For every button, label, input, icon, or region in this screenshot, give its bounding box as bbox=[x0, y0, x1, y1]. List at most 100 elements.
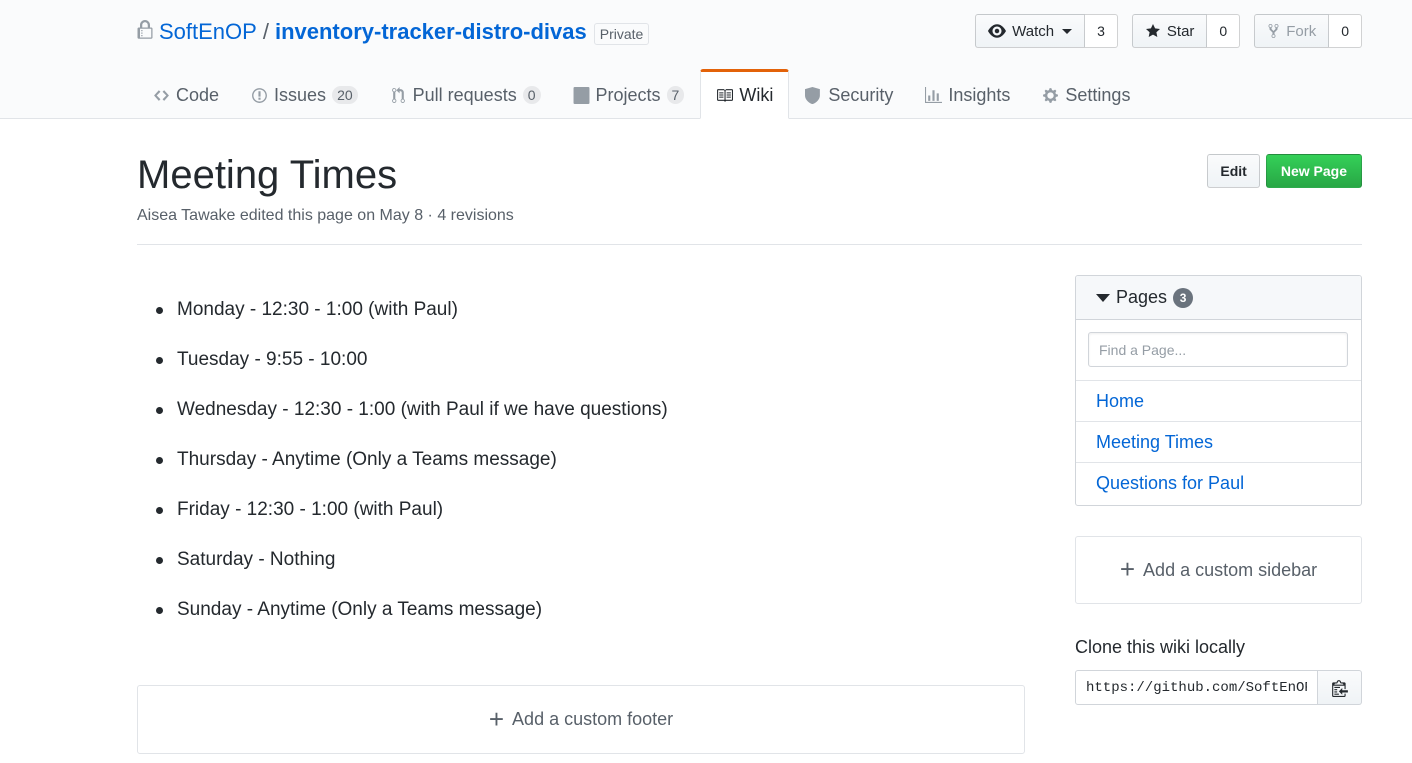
star-count[interactable]: 0 bbox=[1207, 14, 1241, 48]
pages-count-badge: 3 bbox=[1173, 287, 1194, 308]
tab-label: Insights bbox=[948, 84, 1011, 105]
tab-label: Code bbox=[176, 84, 220, 105]
list-item: Saturday - Nothing bbox=[137, 540, 1027, 590]
bullet bbox=[156, 307, 163, 314]
plus-icon: + bbox=[1119, 554, 1136, 584]
meeting-list: Monday - 12:30 - 1:00 (with Paul) Tuesda… bbox=[137, 290, 1027, 640]
list-item: Friday - 12:30 - 1:00 (with Paul) bbox=[137, 490, 1027, 540]
star-button[interactable]: Star bbox=[1131, 14, 1208, 48]
tab-projects[interactable]: Projects 7 bbox=[557, 69, 701, 119]
path-separator: / bbox=[262, 19, 269, 44]
find-page-input[interactable] bbox=[1088, 332, 1348, 367]
pull-request-icon bbox=[391, 86, 405, 103]
fork-icon bbox=[1268, 23, 1279, 39]
repo-title: SoftEnOP / inventory-tracker-distro-diva… bbox=[137, 16, 650, 48]
list-item-text: Tuesday - 9:55 - 10:00 bbox=[177, 349, 368, 370]
tab-wiki[interactable]: Wiki bbox=[700, 69, 790, 119]
project-icon bbox=[573, 86, 589, 104]
shield-icon bbox=[805, 86, 821, 104]
bullet bbox=[156, 357, 163, 364]
list-item-text: Friday - 12:30 - 1:00 (with Paul) bbox=[177, 499, 444, 520]
fork-label: Fork bbox=[1286, 22, 1317, 40]
list-item: Monday - 12:30 - 1:00 (with Paul) bbox=[137, 290, 1027, 340]
graph-icon bbox=[925, 86, 943, 103]
bullet bbox=[156, 557, 163, 564]
clone-url-input[interactable] bbox=[1075, 670, 1318, 705]
add-custom-footer-label: Add a custom footer bbox=[512, 709, 674, 729]
bullet bbox=[156, 507, 163, 514]
clippy-icon bbox=[1331, 679, 1348, 697]
tab-label: Wiki bbox=[739, 84, 774, 105]
tab-label: Settings bbox=[1065, 84, 1131, 105]
projects-counter: 7 bbox=[666, 86, 685, 104]
wiki-content: Monday - 12:30 - 1:00 (with Paul) Tuesda… bbox=[137, 290, 1027, 640]
tab-label: Projects bbox=[595, 84, 661, 105]
repo-owner-link[interactable]: SoftEnOP bbox=[159, 19, 257, 45]
list-item-text: Thursday - Anytime (Only a Teams message… bbox=[177, 449, 557, 470]
clone-title: Clone this wiki locally bbox=[1075, 637, 1246, 657]
list-item: Wednesday - 12:30 - 1:00 (with Paul if w… bbox=[137, 390, 1027, 440]
page-title: Meeting Times bbox=[137, 153, 398, 197]
tab-label: Issues bbox=[274, 84, 327, 105]
page-meta: Aisea Tawake edited this page on May 8 ·… bbox=[137, 207, 514, 224]
pages-label: Pages bbox=[1116, 287, 1168, 307]
wiki-actions: Edit New Page bbox=[1207, 154, 1362, 188]
add-custom-sidebar-button[interactable]: + Add a custom sidebar bbox=[1075, 536, 1362, 604]
edit-button[interactable]: Edit bbox=[1207, 154, 1260, 188]
list-item: Sunday - Anytime (Only a Teams message) bbox=[137, 590, 1027, 640]
list-item: Tuesday - 9:55 - 10:00 bbox=[137, 340, 1027, 390]
tab-label: Pull requests bbox=[412, 84, 517, 105]
star-icon bbox=[1145, 24, 1160, 37]
add-custom-sidebar-label: Add a custom sidebar bbox=[1143, 559, 1318, 580]
bullet bbox=[156, 407, 163, 414]
fork-button[interactable]: Fork bbox=[1254, 14, 1330, 48]
list-item-text: Wednesday - 12:30 - 1:00 (with Paul if w… bbox=[177, 399, 668, 420]
watch-label: Watch bbox=[1012, 22, 1055, 40]
new-page-button[interactable]: New Page bbox=[1265, 154, 1362, 188]
tab-issues[interactable]: Issues 20 bbox=[235, 69, 374, 119]
eye-icon bbox=[988, 24, 1007, 38]
pages-toggle[interactable]: Pages 3 bbox=[1076, 276, 1361, 320]
list-item: Thursday - Anytime (Only a Teams message… bbox=[137, 440, 1027, 490]
repo-header: SoftEnOP / inventory-tracker-distro-diva… bbox=[0, 0, 1412, 119]
code-icon bbox=[154, 89, 169, 101]
gear-icon bbox=[1043, 87, 1059, 103]
filter-wrap bbox=[1076, 320, 1361, 381]
page-link-meeting-times[interactable]: Meeting Times bbox=[1076, 422, 1361, 463]
private-badge: Private bbox=[593, 23, 650, 45]
tab-pull-requests[interactable]: Pull requests 0 bbox=[374, 69, 557, 119]
page-link-questions-for-paul[interactable]: Questions for Paul bbox=[1076, 463, 1361, 504]
tab-settings[interactable]: Settings bbox=[1026, 69, 1146, 119]
clone-box bbox=[1075, 670, 1362, 705]
star-label: Star bbox=[1166, 22, 1195, 40]
tab-code[interactable]: Code bbox=[137, 69, 235, 119]
copy-to-clipboard-button[interactable] bbox=[1318, 670, 1362, 705]
pull-requests-counter: 0 bbox=[522, 86, 541, 104]
chevron-down-icon bbox=[1062, 28, 1073, 34]
repo-nav: Code Issues 20 Pull requests 0 Projects … bbox=[137, 69, 1146, 119]
tab-security[interactable]: Security bbox=[789, 69, 909, 119]
bullet bbox=[156, 607, 163, 614]
repo-actions: Watch 3 Star 0 Fork 0 bbox=[975, 14, 1362, 48]
pages-panel: Pages 3 Home Meeting Times Questions for… bbox=[1075, 275, 1362, 506]
watch-count[interactable]: 3 bbox=[1085, 14, 1118, 48]
list-item-text: Monday - 12:30 - 1:00 (with Paul) bbox=[177, 299, 458, 320]
plus-icon: + bbox=[488, 703, 505, 734]
lock-icon bbox=[137, 20, 153, 39]
triangle-down-icon bbox=[1096, 293, 1110, 302]
book-icon bbox=[717, 88, 734, 102]
watch-group: Watch 3 bbox=[975, 14, 1118, 48]
issues-counter: 20 bbox=[332, 86, 358, 104]
list-item-text: Sunday - Anytime (Only a Teams message) bbox=[177, 599, 543, 620]
wiki-header: Meeting Times Aisea Tawake edited this p… bbox=[137, 150, 1362, 245]
tab-label: Security bbox=[828, 84, 894, 105]
watch-button[interactable]: Watch bbox=[975, 14, 1086, 48]
issue-icon bbox=[252, 87, 267, 103]
fork-group: Fork 0 bbox=[1254, 14, 1362, 48]
repo-name-link[interactable]: inventory-tracker-distro-divas bbox=[275, 19, 587, 45]
bullet bbox=[156, 457, 163, 464]
add-custom-footer-button[interactable]: + Add a custom footer bbox=[137, 685, 1025, 754]
page-link-home[interactable]: Home bbox=[1076, 381, 1361, 422]
fork-count[interactable]: 0 bbox=[1329, 14, 1362, 48]
tab-insights[interactable]: Insights bbox=[909, 69, 1026, 119]
